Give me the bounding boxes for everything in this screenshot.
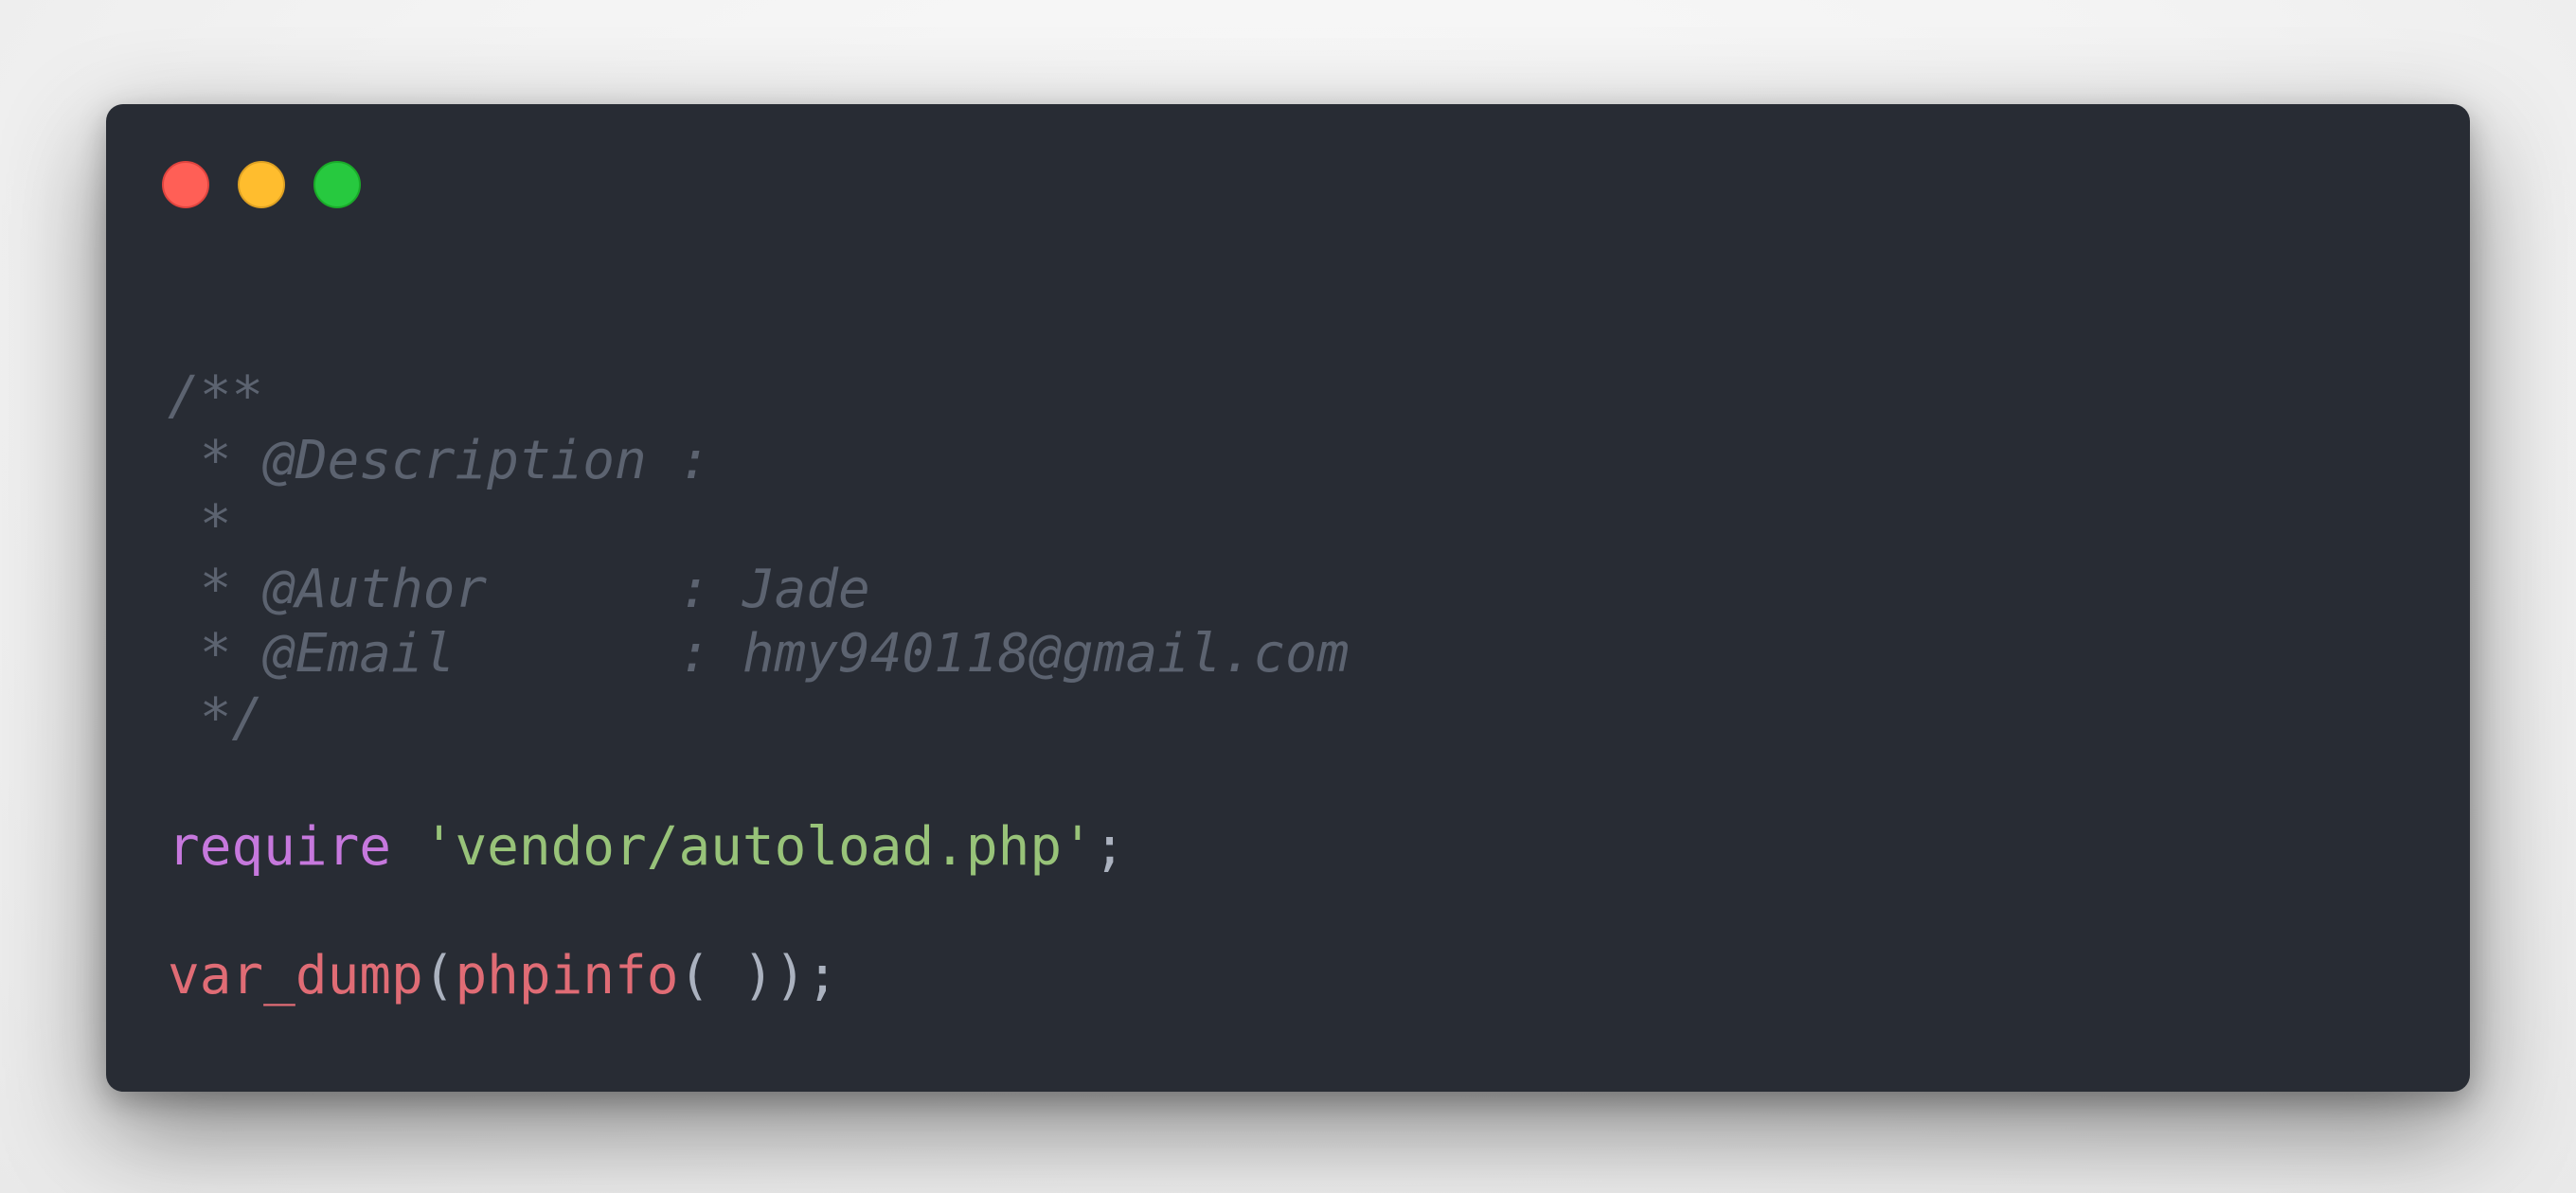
var-dump-function: var_dump bbox=[168, 945, 423, 1006]
code-line-2: * @Description : bbox=[168, 429, 1349, 493]
var-dump-open-paren: ( bbox=[422, 945, 456, 1006]
phpinfo-function: phpinfo bbox=[455, 945, 679, 1006]
code-block: /** * @Description : * * @Author : Jade … bbox=[168, 365, 1349, 1008]
close-button[interactable] bbox=[162, 161, 209, 208]
phpinfo-parens: ( ) bbox=[678, 945, 775, 1006]
doc-comment-open: /** bbox=[168, 365, 264, 427]
doc-comment-description: * @Description : bbox=[168, 430, 711, 491]
statement-close: ); bbox=[774, 945, 839, 1006]
code-line-9-blank bbox=[168, 880, 1349, 944]
doc-comment-author: * @Author : Jade bbox=[168, 559, 870, 620]
code-line-7-blank bbox=[168, 751, 1349, 815]
require-path-string: 'vendor/autoload.php' bbox=[422, 816, 1094, 878]
code-line-5: * @Email : hmy940118@gmail.com bbox=[168, 622, 1350, 686]
code-line-3: * bbox=[168, 493, 1349, 558]
doc-comment-email: * @Email : hmy940118@gmail.com bbox=[168, 623, 1350, 685]
code-line-8: require 'vendor/autoload.php'; bbox=[168, 815, 1349, 880]
code-line-10: var_dump(phpinfo( )); bbox=[168, 944, 1349, 1008]
require-keyword: require bbox=[168, 816, 392, 878]
doc-comment-blank: * bbox=[168, 494, 232, 556]
doc-comment-close: */ bbox=[168, 687, 264, 749]
code-window: /** * @Description : * * @Author : Jade … bbox=[106, 104, 2470, 1092]
minimize-button[interactable] bbox=[238, 161, 285, 208]
require-semicolon: ; bbox=[1093, 816, 1126, 878]
require-space bbox=[391, 816, 423, 878]
code-line-4: * @Author : Jade bbox=[168, 558, 1349, 622]
code-line-1: /** bbox=[168, 365, 1349, 429]
code-line-6: */ bbox=[168, 686, 1349, 751]
maximize-button[interactable] bbox=[313, 161, 361, 208]
window-controls bbox=[162, 161, 361, 208]
